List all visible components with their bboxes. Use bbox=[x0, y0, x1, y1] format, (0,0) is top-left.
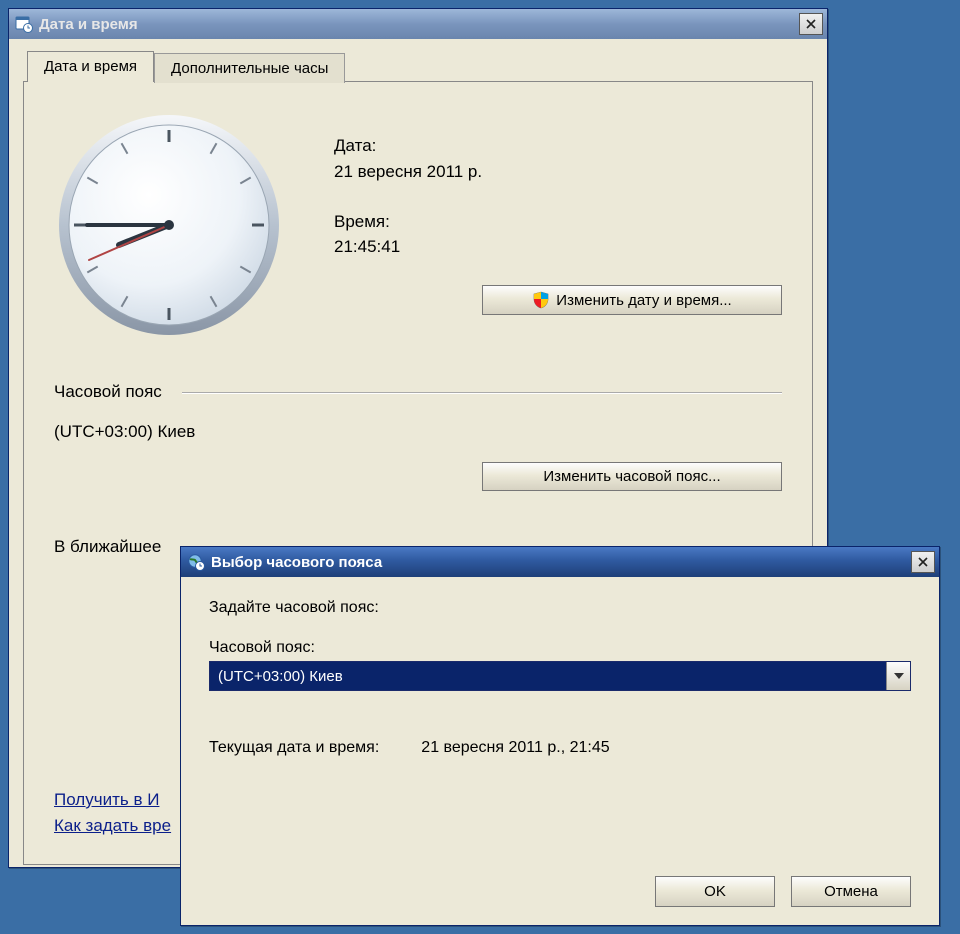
timezone-selected: (UTC+03:00) Киев bbox=[210, 662, 886, 690]
current-datetime-label: Текущая дата и время: bbox=[209, 739, 379, 757]
window-title: Дата и время bbox=[39, 16, 799, 33]
globe-clock-icon bbox=[187, 553, 205, 571]
time-value: 21:45:41 bbox=[334, 235, 782, 259]
analog-clock bbox=[54, 110, 284, 340]
titlebar-main[interactable]: Дата и время bbox=[9, 9, 827, 39]
link-internet-time[interactable]: Получить в И bbox=[54, 790, 171, 810]
time-label: Время: bbox=[334, 210, 782, 234]
chevron-down-icon bbox=[886, 662, 910, 690]
tab-strip: Дата и время Дополнительные часы bbox=[27, 51, 827, 81]
timezone-section-label: Часовой пояс bbox=[54, 382, 162, 402]
close-icon bbox=[918, 557, 928, 567]
timezone-combobox[interactable]: (UTC+03:00) Киев bbox=[209, 661, 911, 691]
timezone-dialog: Выбор часового пояса Задайте часовой поя… bbox=[180, 546, 940, 926]
change-timezone-label: Изменить часовой пояс... bbox=[543, 468, 720, 485]
tab-datetime[interactable]: Дата и время bbox=[27, 51, 154, 82]
link-how-to-set-time[interactable]: Как задать вре bbox=[54, 816, 171, 836]
calendar-clock-icon bbox=[15, 15, 33, 33]
tab-extra-clocks[interactable]: Дополнительные часы bbox=[154, 53, 345, 83]
tz-instruction: Задайте часовой пояс: bbox=[209, 599, 911, 617]
ok-label: OK bbox=[704, 883, 726, 900]
tz-dialog-title: Выбор часового пояса bbox=[211, 554, 911, 571]
cancel-label: Отмена bbox=[824, 883, 878, 900]
tz-combo-label: Часовой пояс: bbox=[209, 639, 911, 657]
divider bbox=[182, 392, 782, 393]
ok-button[interactable]: OK bbox=[655, 876, 775, 907]
timezone-current: (UTC+03:00) Киев bbox=[54, 422, 782, 442]
date-value: 21 вересня 2011 р. bbox=[334, 160, 782, 184]
titlebar-tz[interactable]: Выбор часового пояса bbox=[181, 547, 939, 577]
close-button-main[interactable] bbox=[799, 13, 823, 35]
close-button-tz[interactable] bbox=[911, 551, 935, 573]
change-datetime-label: Изменить дату и время... bbox=[556, 292, 731, 309]
date-label: Дата: bbox=[334, 134, 782, 158]
close-icon bbox=[806, 19, 816, 29]
change-datetime-button[interactable]: Изменить дату и время... bbox=[482, 285, 782, 315]
current-datetime-value: 21 вересня 2011 р., 21:45 bbox=[421, 739, 609, 757]
uac-shield-icon bbox=[532, 291, 550, 309]
cancel-button[interactable]: Отмена bbox=[791, 876, 911, 907]
change-timezone-button[interactable]: Изменить часовой пояс... bbox=[482, 462, 782, 491]
